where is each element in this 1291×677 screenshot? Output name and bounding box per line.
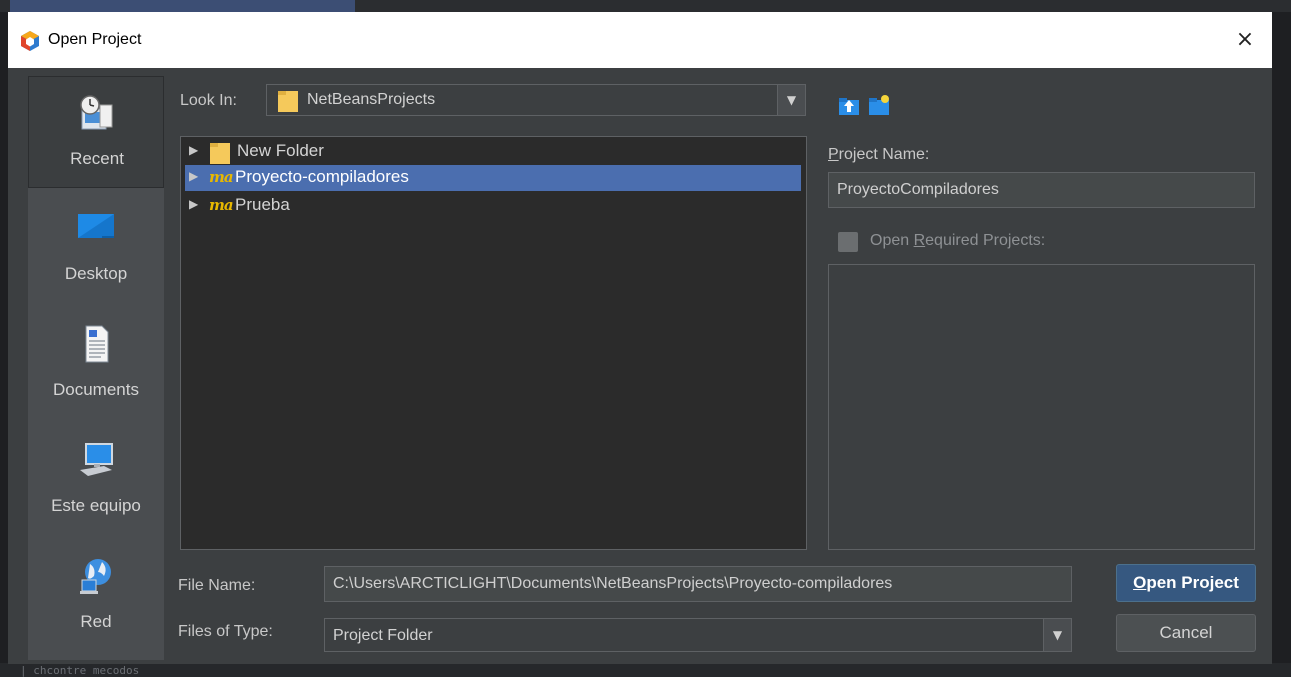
computer-icon [80, 443, 113, 476]
look-in-combo[interactable]: NetBeansProjects ▼ [266, 84, 806, 116]
folder-icon [210, 143, 230, 164]
list-item-label: New Folder [237, 141, 324, 160]
sidebar-item-label: Desktop [64, 264, 128, 283]
mnemonic: O [1133, 573, 1147, 592]
documents-icon [85, 325, 109, 363]
sidebar-item-label: Recent [70, 149, 124, 168]
mnemonic: R [913, 232, 926, 249]
label-rest: roject Name: [838, 146, 930, 163]
sidebar-item-label: Documents [53, 380, 139, 399]
network-icon [80, 559, 111, 594]
project-name-label: Project Name: [828, 146, 929, 164]
label-pre: Open [870, 232, 914, 249]
new-folder-icon[interactable] [868, 94, 890, 116]
list-item-selected[interactable]: ▶ ma Proyecto-compiladores [185, 165, 801, 191]
desktop-icon [78, 214, 114, 238]
list-item-label: Prueba [235, 195, 290, 214]
sidebar-item-desktop[interactable]: Desktop [28, 192, 164, 304]
open-required-projects-label: Open Required Projects: [870, 232, 1045, 250]
close-button[interactable]: × [1230, 26, 1260, 56]
open-project-button[interactable]: Open Project [1116, 564, 1256, 602]
chevron-down-icon: ▼ [1052, 628, 1063, 642]
up-folder-icon[interactable] [838, 94, 860, 116]
expand-arrow-icon[interactable]: ▶ [189, 197, 198, 211]
background-edge [1272, 12, 1291, 677]
sidebar-item-este-equipo[interactable]: Este equipo [28, 424, 164, 536]
maven-project-icon: ma [209, 168, 234, 186]
list-item-label: Proyecto-compiladores [235, 167, 409, 186]
files-of-type-dropdown-button[interactable]: ▼ [1043, 619, 1071, 651]
look-in-dropdown-button[interactable]: ▼ [777, 85, 805, 115]
files-of-type-value: Project Folder [333, 627, 433, 644]
chevron-down-icon: ▼ [786, 93, 797, 107]
project-name-value: ProyectoCompiladores [837, 181, 999, 198]
cancel-button[interactable]: Cancel [1116, 614, 1256, 652]
expand-arrow-icon[interactable]: ▶ [189, 143, 198, 157]
look-in-label: Look In: [180, 92, 237, 109]
file-name-label: File Name: [178, 577, 256, 594]
files-of-type-label: Files of Type: [178, 623, 273, 640]
sidebar-item-documents[interactable]: Documents [28, 308, 164, 420]
required-projects-list[interactable] [828, 264, 1255, 550]
look-in-value: NetBeansProjects [307, 91, 436, 108]
netbeans-logo-icon [21, 31, 39, 51]
close-icon: × [1235, 27, 1255, 52]
maven-project-icon: ma [209, 196, 234, 214]
sidebar-item-label: Red [80, 612, 112, 631]
folder-icon [278, 91, 298, 112]
background-tab [10, 0, 355, 12]
file-name-value: C:\Users\ARCTICLIGHT\Documents\NetBeansP… [333, 575, 893, 592]
file-list[interactable]: ▶ New Folder ▶ ma Proyecto-compiladores … [180, 136, 807, 550]
project-name-field[interactable]: ProyectoCompiladores [828, 172, 1255, 208]
sidebar-item-red[interactable]: Red [28, 540, 164, 652]
file-name-field[interactable]: C:\Users\ARCTICLIGHT\Documents\NetBeansP… [324, 566, 1072, 602]
files-of-type-combo[interactable]: Project Folder ▼ [324, 618, 1072, 652]
label-post: equired Projects: [925, 232, 1046, 249]
open-required-projects-checkbox[interactable] [838, 232, 858, 252]
list-item[interactable]: ▶ ma Prueba [185, 193, 801, 219]
background-editor-strip [0, 663, 1291, 677]
mnemonic: P [828, 146, 839, 163]
sidebar-item-recent[interactable]: Recent [28, 76, 164, 188]
list-item[interactable]: ▶ New Folder [185, 139, 801, 165]
open-project-dialog: Open Project × Recent Desktop Documents … [8, 12, 1272, 664]
sidebar-item-label: Este equipo [51, 496, 141, 515]
title-bar[interactable]: Open Project × [8, 12, 1272, 68]
recent-icon [80, 95, 113, 130]
button-label: pen Project [1146, 573, 1239, 592]
dialog-title: Open Project [48, 31, 142, 48]
background-editor-text: | chcontre mecodos [20, 664, 140, 677]
places-sidebar: Recent Desktop Documents Este equipo Red [28, 76, 164, 660]
expand-arrow-icon[interactable]: ▶ [189, 169, 198, 183]
